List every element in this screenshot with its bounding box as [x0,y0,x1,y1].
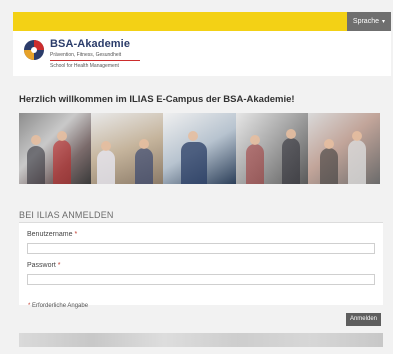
banner-photo-meeting [91,113,164,184]
required-marker: * [57,262,61,269]
login-button[interactable]: Anmelden [345,313,381,326]
banner-photo-presentation [235,113,308,184]
required-marker: * [28,303,31,309]
banner-photo-fitness [19,113,92,184]
required-field-note: * Erforderliche Angabe [28,303,88,309]
username-label-text: Benutzername [27,231,73,238]
language-dropdown-button[interactable]: Sprache ▾ [346,12,391,31]
logo-title: BSA-Akademie [50,38,131,50]
password-label: Passwort * [27,262,60,269]
banner-photo-phone-call [163,113,236,184]
required-marker: * [74,231,78,238]
welcome-heading: Herzlich willkommen im ILIAS E-Campus de… [19,94,295,105]
logo-divider [50,60,140,61]
password-label-text: Passwort [27,262,56,269]
password-input[interactable] [27,274,375,285]
logo-area: BSA-Akademie Prävention, Fitness, Gesund… [13,31,391,76]
caret-down-icon: ▾ [381,19,385,25]
banner-photo-coaching [307,113,381,184]
top-bar: Sprache ▾ [13,12,391,31]
footer-bar [19,333,383,347]
header-banner-image [19,113,381,184]
username-label: Benutzername * [27,231,77,238]
language-button-label: Sprache [352,18,379,25]
login-section-title: BEI ILIAS ANMELDEN [19,210,114,220]
bsa-logo-icon [24,40,44,60]
logo-tagline: School for Health Management [50,63,119,69]
login-form: Benutzername * Passwort * [19,223,383,305]
username-input[interactable] [27,243,375,254]
required-note-text: Erforderliche Angabe [32,303,89,309]
logo-subtitle: Prävention, Fitness, Gesundheit [50,52,122,58]
